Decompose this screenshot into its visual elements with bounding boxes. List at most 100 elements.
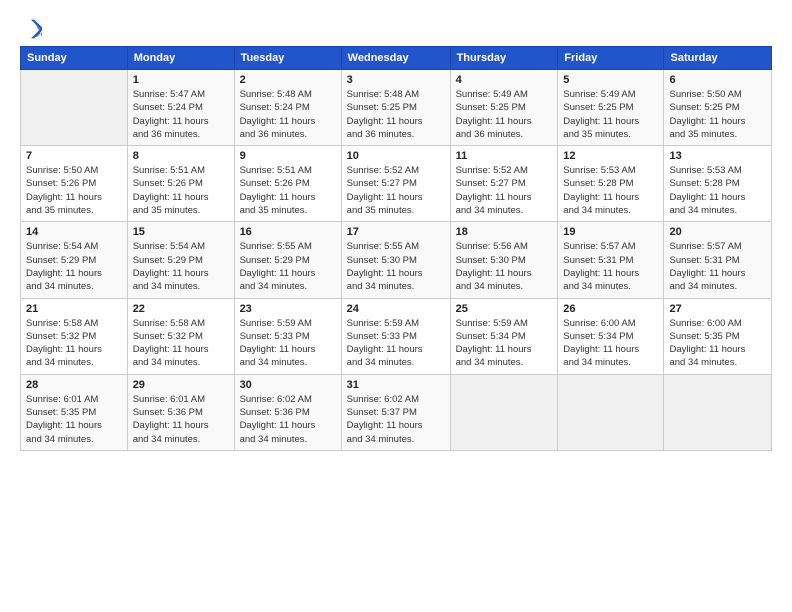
- day-info: Sunrise: 6:01 AM Sunset: 5:35 PM Dayligh…: [26, 393, 122, 446]
- header-row: SundayMondayTuesdayWednesdayThursdayFrid…: [21, 47, 772, 70]
- day-number: 9: [240, 150, 336, 162]
- day-cell: 2Sunrise: 5:48 AM Sunset: 5:24 PM Daylig…: [234, 70, 341, 146]
- day-number: 15: [133, 226, 229, 238]
- day-number: 27: [669, 303, 766, 315]
- day-cell: 19 Sunrise: 5:57 AM Sunset: 5:31 PM Dayli…: [558, 222, 664, 298]
- day-number: 19: [563, 226, 658, 238]
- day-info: Sunrise: 5:54 AM Sunset: 5:29 PM Dayligh…: [133, 240, 229, 293]
- day-number: 21: [26, 303, 122, 315]
- day-number: 17: [347, 226, 445, 238]
- day-cell: 18 Sunrise: 5:56 AM Sunset: 5:30 PM Dayli…: [450, 222, 558, 298]
- day-info: Sunrise: 5:51 AM Sunset: 5:26 PM Dayligh…: [133, 164, 229, 217]
- col-header-monday: Monday: [127, 47, 234, 70]
- logo: [20, 18, 46, 40]
- day-info: Sunrise: 5:49 AM Sunset: 5:25 PM Dayligh…: [563, 88, 658, 141]
- day-cell: 10Sunrise: 5:52 AM Sunset: 5:27 PM Dayli…: [341, 146, 450, 222]
- day-info: Sunrise: 5:54 AM Sunset: 5:29 PM Dayligh…: [26, 240, 122, 293]
- day-cell: 3Sunrise: 5:48 AM Sunset: 5:25 PM Daylig…: [341, 70, 450, 146]
- logo-icon: [20, 18, 42, 40]
- day-cell: 14Sunrise: 5:54 AM Sunset: 5:29 PM Dayli…: [21, 222, 128, 298]
- day-cell: 9Sunrise: 5:51 AM Sunset: 5:26 PM Daylig…: [234, 146, 341, 222]
- day-number: 1: [133, 74, 229, 86]
- day-info: Sunrise: 5:58 AM Sunset: 5:32 PM Dayligh…: [26, 317, 122, 370]
- day-cell: [558, 374, 664, 450]
- day-number: 4: [456, 74, 553, 86]
- day-number: 25: [456, 303, 553, 315]
- day-number: 31: [347, 379, 445, 391]
- day-cell: [21, 70, 128, 146]
- day-info: Sunrise: 5:55 AM Sunset: 5:30 PM Dayligh…: [347, 240, 445, 293]
- day-number: 8: [133, 150, 229, 162]
- day-number: 11: [456, 150, 553, 162]
- day-cell: 25 Sunrise: 5:59 AM Sunset: 5:34 PM Dayli…: [450, 298, 558, 374]
- day-cell: 26 Sunrise: 6:00 AM Sunset: 5:34 PM Dayli…: [558, 298, 664, 374]
- day-cell: 20 Sunrise: 5:57 AM Sunset: 5:31 PM Dayli…: [664, 222, 772, 298]
- col-header-saturday: Saturday: [664, 47, 772, 70]
- day-number: 5: [563, 74, 658, 86]
- day-cell: 1 Sunrise: 5:47 AM Sunset: 5:24 PM Daylig…: [127, 70, 234, 146]
- day-info: Sunrise: 5:52 AM Sunset: 5:27 PM Dayligh…: [347, 164, 445, 217]
- day-cell: 7 Sunrise: 5:50 AM Sunset: 5:26 PM Daylig…: [21, 146, 128, 222]
- col-header-sunday: Sunday: [21, 47, 128, 70]
- day-number: 23: [240, 303, 336, 315]
- day-info: Sunrise: 5:59 AM Sunset: 5:33 PM Dayligh…: [347, 317, 445, 370]
- day-number: 20: [669, 226, 766, 238]
- day-info: Sunrise: 5:53 AM Sunset: 5:28 PM Dayligh…: [563, 164, 658, 217]
- day-number: 2: [240, 74, 336, 86]
- day-info: Sunrise: 6:02 AM Sunset: 5:36 PM Dayligh…: [240, 393, 336, 446]
- day-number: 28: [26, 379, 122, 391]
- day-cell: 31Sunrise: 6:02 AM Sunset: 5:37 PM Dayli…: [341, 374, 450, 450]
- day-info: Sunrise: 5:47 AM Sunset: 5:24 PM Dayligh…: [133, 88, 229, 141]
- day-info: Sunrise: 5:50 AM Sunset: 5:26 PM Dayligh…: [26, 164, 122, 217]
- day-cell: 13 Sunrise: 5:53 AM Sunset: 5:28 PM Dayli…: [664, 146, 772, 222]
- header: [20, 18, 772, 40]
- day-cell: 8 Sunrise: 5:51 AM Sunset: 5:26 PM Daylig…: [127, 146, 234, 222]
- day-info: Sunrise: 5:57 AM Sunset: 5:31 PM Dayligh…: [563, 240, 658, 293]
- week-row-3: 14Sunrise: 5:54 AM Sunset: 5:29 PM Dayli…: [21, 222, 772, 298]
- day-number: 26: [563, 303, 658, 315]
- day-number: 16: [240, 226, 336, 238]
- day-cell: 11 Sunrise: 5:52 AM Sunset: 5:27 PM Dayli…: [450, 146, 558, 222]
- col-header-wednesday: Wednesday: [341, 47, 450, 70]
- day-cell: 30Sunrise: 6:02 AM Sunset: 5:36 PM Dayli…: [234, 374, 341, 450]
- day-info: Sunrise: 5:55 AM Sunset: 5:29 PM Dayligh…: [240, 240, 336, 293]
- day-number: 18: [456, 226, 553, 238]
- day-cell: 17 Sunrise: 5:55 AM Sunset: 5:30 PM Dayli…: [341, 222, 450, 298]
- day-info: Sunrise: 5:49 AM Sunset: 5:25 PM Dayligh…: [456, 88, 553, 141]
- day-cell: 12 Sunrise: 5:53 AM Sunset: 5:28 PM Dayli…: [558, 146, 664, 222]
- week-row-4: 21 Sunrise: 5:58 AM Sunset: 5:32 PM Dayli…: [21, 298, 772, 374]
- day-number: 29: [133, 379, 229, 391]
- day-cell: 29 Sunrise: 6:01 AM Sunset: 5:36 PM Dayli…: [127, 374, 234, 450]
- day-info: Sunrise: 5:53 AM Sunset: 5:28 PM Dayligh…: [669, 164, 766, 217]
- calendar-header: SundayMondayTuesdayWednesdayThursdayFrid…: [21, 47, 772, 70]
- week-row-1: 1 Sunrise: 5:47 AM Sunset: 5:24 PM Daylig…: [21, 70, 772, 146]
- day-cell: 5 Sunrise: 5:49 AM Sunset: 5:25 PM Daylig…: [558, 70, 664, 146]
- day-info: Sunrise: 5:56 AM Sunset: 5:30 PM Dayligh…: [456, 240, 553, 293]
- day-info: Sunrise: 6:00 AM Sunset: 5:34 PM Dayligh…: [563, 317, 658, 370]
- day-number: 12: [563, 150, 658, 162]
- day-info: Sunrise: 6:01 AM Sunset: 5:36 PM Dayligh…: [133, 393, 229, 446]
- day-info: Sunrise: 5:59 AM Sunset: 5:33 PM Dayligh…: [240, 317, 336, 370]
- day-cell: 6 Sunrise: 5:50 AM Sunset: 5:25 PM Daylig…: [664, 70, 772, 146]
- page: SundayMondayTuesdayWednesdayThursdayFrid…: [0, 0, 792, 612]
- day-number: 7: [26, 150, 122, 162]
- day-cell: 23 Sunrise: 5:59 AM Sunset: 5:33 PM Dayli…: [234, 298, 341, 374]
- day-info: Sunrise: 5:50 AM Sunset: 5:25 PM Dayligh…: [669, 88, 766, 141]
- day-info: Sunrise: 6:00 AM Sunset: 5:35 PM Dayligh…: [669, 317, 766, 370]
- day-cell: 22Sunrise: 5:58 AM Sunset: 5:32 PM Dayli…: [127, 298, 234, 374]
- week-row-2: 7 Sunrise: 5:50 AM Sunset: 5:26 PM Daylig…: [21, 146, 772, 222]
- day-info: Sunrise: 5:52 AM Sunset: 5:27 PM Dayligh…: [456, 164, 553, 217]
- day-info: Sunrise: 5:59 AM Sunset: 5:34 PM Dayligh…: [456, 317, 553, 370]
- day-cell: 4 Sunrise: 5:49 AM Sunset: 5:25 PM Daylig…: [450, 70, 558, 146]
- day-cell: 15 Sunrise: 5:54 AM Sunset: 5:29 PM Dayli…: [127, 222, 234, 298]
- day-info: Sunrise: 5:57 AM Sunset: 5:31 PM Dayligh…: [669, 240, 766, 293]
- col-header-friday: Friday: [558, 47, 664, 70]
- day-number: 13: [669, 150, 766, 162]
- day-cell: [664, 374, 772, 450]
- day-cell: 28 Sunrise: 6:01 AM Sunset: 5:35 PM Dayli…: [21, 374, 128, 450]
- col-header-thursday: Thursday: [450, 47, 558, 70]
- day-cell: 24Sunrise: 5:59 AM Sunset: 5:33 PM Dayli…: [341, 298, 450, 374]
- day-info: Sunrise: 5:58 AM Sunset: 5:32 PM Dayligh…: [133, 317, 229, 370]
- day-number: 3: [347, 74, 445, 86]
- day-number: 6: [669, 74, 766, 86]
